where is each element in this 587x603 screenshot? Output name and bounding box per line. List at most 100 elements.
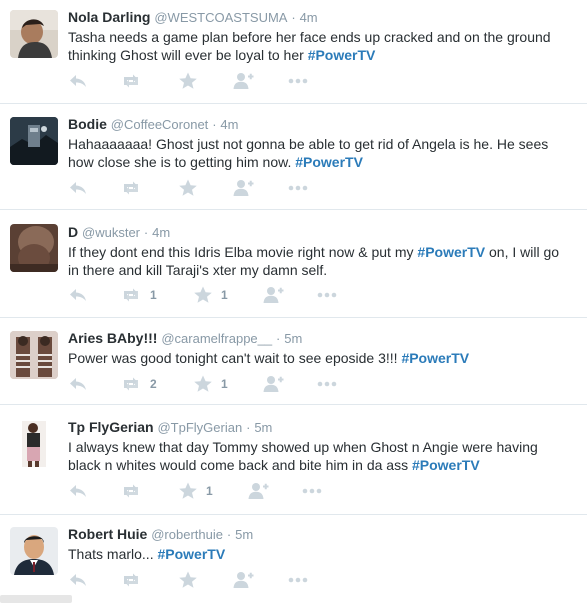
more-icon [316,285,338,305]
favorite-count: 1 [221,377,228,391]
retweet-button[interactable]: 2 [120,374,157,394]
more-button[interactable] [287,570,309,590]
tweet-text: Tasha needs a game plan before her face … [68,29,551,63]
reply-icon [68,481,88,501]
hashtag-link[interactable]: #PowerTV [157,546,225,562]
reply-button[interactable] [68,178,88,198]
more-button[interactable] [316,285,338,305]
reply-button[interactable] [68,71,88,91]
follow-button[interactable] [232,71,254,91]
author-name[interactable]: Robert Huie [68,526,147,542]
reply-button[interactable] [68,285,88,305]
tweet-item[interactable]: Tp FlyGerian @TpFlyGerian · 5m I always … [0,405,587,515]
tweet-item[interactable]: Robert Huie @roberthuie · 5m Thats marlo… [0,515,587,603]
star-icon [178,481,198,501]
favorite-button[interactable] [178,570,206,590]
tweet-timestamp[interactable]: 5m [254,420,272,435]
follow-icon [232,570,254,590]
favorite-count: 1 [206,484,213,498]
tweet-item[interactable]: D @wukster · 4m If they dont end this Id… [0,210,587,318]
retweet-button[interactable] [120,481,150,501]
separator-dot: · [226,527,232,542]
retweet-button[interactable] [120,71,150,91]
hashtag-link[interactable]: #PowerTV [401,350,469,366]
author-handle[interactable]: @CoffeeCoronet [111,117,209,132]
favorite-button[interactable] [178,71,206,91]
tweet-timestamp[interactable]: 4m [220,117,238,132]
hashtag-link[interactable]: #PowerTV [308,47,376,63]
author-name[interactable]: Aries BAby!!! [68,330,157,346]
horizontal-scrollbar[interactable] [0,595,72,603]
author-name[interactable]: Tp FlyGerian [68,419,154,435]
more-button[interactable] [316,374,338,394]
author-name[interactable]: D [68,224,78,240]
tweet-item[interactable]: Bodie @CoffeeCoronet · 4m Hahaaaaaaa! Gh… [0,104,587,210]
avatar[interactable] [10,331,58,379]
tweet-timestamp[interactable]: 5m [284,331,302,346]
retweet-button[interactable]: 1 [120,285,157,305]
star-icon [178,178,198,198]
favorite-button[interactable] [178,178,206,198]
avatar[interactable] [10,10,58,58]
tweet-text: If they dont end this Idris Elba movie r… [68,244,560,278]
author-name[interactable]: Nola Darling [68,9,150,25]
tweet-text: Hahaaaaaaa! Ghost just not gonna be able… [68,136,549,170]
reply-button[interactable] [68,481,88,501]
tweet-timestamp[interactable]: 4m [152,225,170,240]
more-button[interactable] [287,71,309,91]
follow-icon [247,481,269,501]
more-button[interactable] [301,481,323,501]
avatar[interactable] [10,527,58,575]
hashtag-link[interactable]: #PowerTV [412,457,480,473]
tweet-item[interactable]: Nola Darling @WESTCOASTSUMA · 4m Tasha n… [0,0,587,104]
follow-button[interactable] [232,570,254,590]
retweet-icon [120,481,142,501]
reply-icon [68,178,88,198]
avatar[interactable] [10,224,58,272]
avatar[interactable] [10,117,58,165]
star-icon [193,285,213,305]
retweet-button[interactable] [120,178,150,198]
favorite-button[interactable]: 1 [193,374,228,394]
separator-dot: · [246,420,251,435]
separator-dot: · [143,225,149,240]
tweet-item[interactable]: Aries BAby!!! @caramelfrappe__ · 5m Powe… [0,318,587,405]
favorite-button[interactable]: 1 [193,285,228,305]
author-handle[interactable]: @WESTCOASTSUMA [154,10,287,25]
follow-button[interactable] [262,374,284,394]
follow-button[interactable] [262,285,284,305]
reply-icon [68,71,88,91]
follow-icon [262,374,284,394]
tweet-text: Power was good tonight can't wait to see… [68,350,470,366]
follow-button[interactable] [232,178,254,198]
reply-icon [68,285,88,305]
separator-dot: · [276,331,281,346]
reply-button[interactable] [68,570,88,590]
more-icon [316,374,338,394]
author-handle[interactable]: @roberthuie [151,527,223,542]
star-icon [178,71,198,91]
star-icon [193,374,213,394]
hashtag-link[interactable]: #PowerTV [295,154,363,170]
follow-button[interactable] [247,481,269,501]
retweet-count: 1 [150,288,157,302]
author-handle[interactable]: @wukster [82,225,140,240]
more-icon [287,71,309,91]
more-button[interactable] [287,178,309,198]
favorite-button[interactable]: 1 [178,481,213,501]
follow-icon [232,71,254,91]
retweet-count: 2 [150,377,157,391]
tweet-timestamp[interactable]: 4m [300,10,318,25]
author-handle[interactable]: @caramelfrappe__ [161,331,272,346]
hashtag-link[interactable]: #PowerTV [417,244,485,260]
follow-icon [262,285,284,305]
tweet-timestamp[interactable]: 5m [235,527,253,542]
retweet-button[interactable] [120,570,150,590]
star-icon [178,570,198,590]
reply-icon [68,374,88,394]
tweet-text: Thats marlo... #PowerTV [68,546,226,562]
reply-button[interactable] [68,374,88,394]
author-name[interactable]: Bodie [68,116,107,132]
author-handle[interactable]: @TpFlyGerian [157,420,242,435]
avatar[interactable] [10,419,58,467]
